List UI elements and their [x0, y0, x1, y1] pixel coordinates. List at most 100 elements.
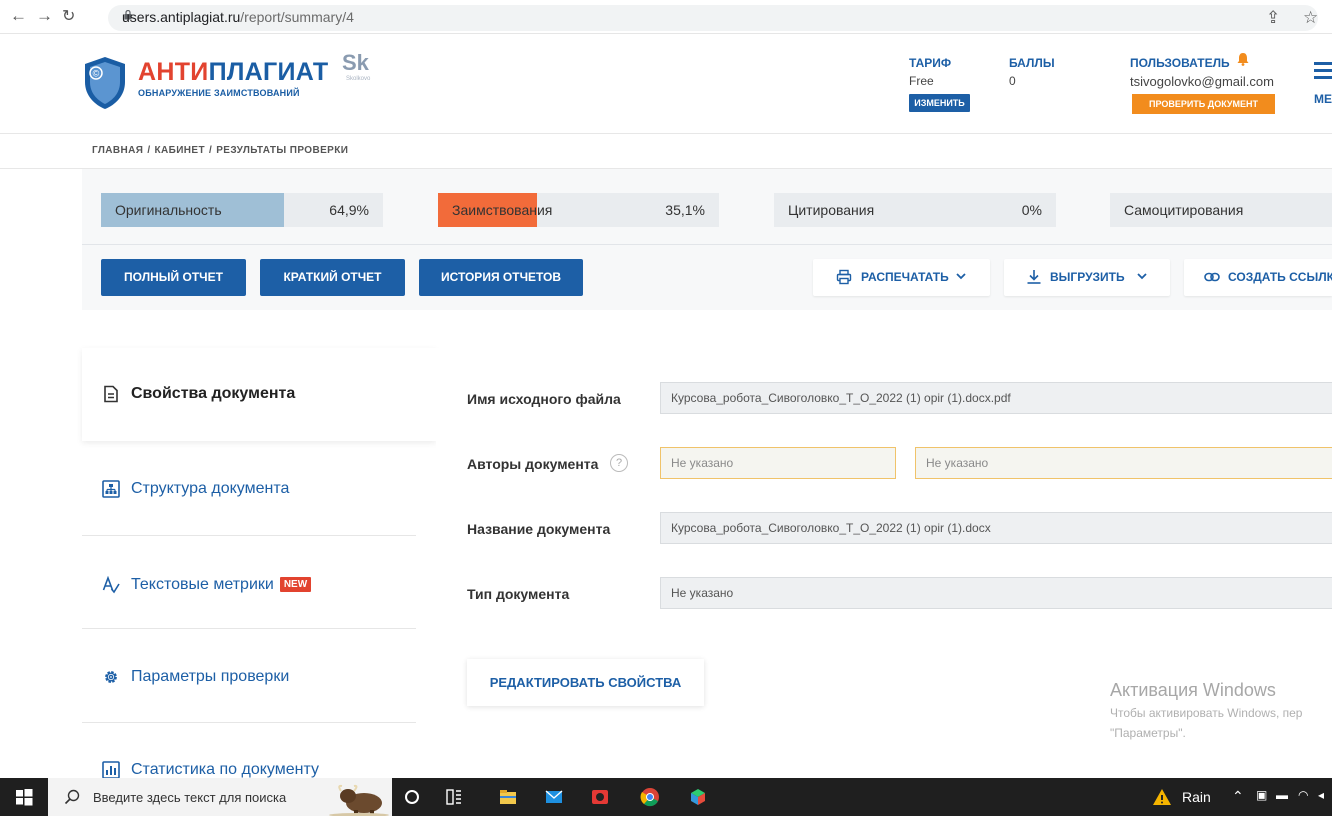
windows-activation-title: Активация Windows — [1110, 680, 1276, 700]
hamburger-menu-icon[interactable] — [1314, 62, 1332, 83]
chevron-down-icon — [956, 273, 966, 280]
task-view-icon[interactable] — [444, 787, 464, 807]
document-title-label: Название документа — [467, 521, 611, 537]
back-arrow-icon[interactable]: ← — [10, 6, 27, 26]
store-app-icon[interactable] — [688, 787, 708, 807]
edit-properties-button[interactable]: РЕДАКТИРОВАТЬ СВОЙСТВА — [467, 659, 704, 706]
author-second-field[interactable]: Не указано — [915, 447, 1332, 479]
printer-icon — [836, 269, 852, 285]
taskbar-search-box[interactable]: Введите здесь текст для поиска — [48, 778, 392, 816]
wifi-icon[interactable]: ◠ — [1298, 788, 1308, 802]
weather-warning-icon[interactable] — [1152, 787, 1172, 807]
metric-self-citations: Самоцитирования — [1110, 193, 1332, 227]
metric-originality-value: 64,9% — [329, 202, 369, 218]
bell-icon[interactable] — [1237, 52, 1249, 66]
logo-title: АНТИПЛАГИАТ — [138, 58, 328, 87]
reload-icon[interactable]: ↻ — [62, 6, 75, 26]
mail-icon[interactable] — [544, 787, 564, 807]
user-email: tsivogolovko@gmail.com — [1130, 74, 1274, 89]
battery-icon[interactable]: ▬ — [1276, 788, 1288, 802]
chrome-icon[interactable] — [640, 787, 660, 807]
file-name-label: Имя исходного файла — [467, 391, 621, 407]
menu-label[interactable]: МЕ — [1314, 92, 1332, 106]
weather-label[interactable]: Rain — [1182, 789, 1211, 805]
windows-taskbar: Введите здесь текст для поиска Rain ⌃ ▣ … — [0, 778, 1332, 816]
site-header: © АНТИПЛАГИАТ ОБНАРУЖЕНИЕ ЗАИМСТВОВАНИЙ … — [0, 34, 1332, 134]
camera-app-icon[interactable] — [590, 787, 610, 807]
bookmark-star-icon[interactable]: ☆ — [1303, 8, 1318, 28]
metric-citations: Цитирования 0% — [774, 193, 1056, 227]
svg-text:©: © — [93, 69, 100, 79]
document-type-field[interactable]: Не указано — [660, 577, 1332, 609]
authors-label: Авторы документа — [467, 456, 599, 472]
yak-illustration-icon — [329, 784, 389, 816]
logo-subtitle: ОБНАРУЖЕНИЕ ЗАИМСТВОВАНИЙ — [138, 88, 300, 98]
report-history-button[interactable]: ИСТОРИЯ ОТЧЕТОВ — [419, 259, 583, 296]
antiplagiat-shield-logo[interactable]: © — [84, 56, 126, 110]
sidebar-item-text-metrics-label: Текстовые метрики NEW — [131, 576, 312, 594]
change-tariff-button[interactable]: ИЗМЕНИТЬ — [909, 94, 970, 112]
document-title-field[interactable]: Курсова_робота_Сивоголовко_Т_О_2022 (1) … — [660, 512, 1332, 544]
metric-citations-name: Цитирования — [788, 202, 875, 218]
search-icon — [64, 789, 80, 805]
breadcrumb-home[interactable]: ГЛАВНАЯ — [92, 145, 143, 156]
skolkovo-logo: Sk — [342, 50, 369, 75]
tariff-value: Free — [909, 74, 934, 88]
brief-report-button[interactable]: КРАТКИЙ ОТЧЕТ — [260, 259, 405, 296]
print-button-label: РАСПЕЧАТАТЬ — [861, 270, 949, 284]
share-icon[interactable]: ⇪ — [1266, 8, 1280, 28]
metric-self-citations-name: Самоцитирования — [1124, 202, 1244, 218]
text-metrics-icon — [102, 576, 120, 594]
sidebar-item-label: Статистика по документу — [131, 761, 319, 778]
tray-meet-icon[interactable]: ▣ — [1256, 788, 1267, 802]
windows-activation-line1: Чтобы активировать Windows, пер — [1110, 706, 1303, 720]
points-value: 0 — [1009, 74, 1016, 88]
new-badge: NEW — [279, 577, 312, 592]
breadcrumb-results: РЕЗУЛЬТАТЫ ПРОВЕРКИ — [216, 145, 349, 156]
file-name-field[interactable]: Курсова_робота_Сивоголовко_Т_О_2022 (1) … — [660, 382, 1332, 414]
sidebar-divider — [82, 722, 416, 723]
metric-borrowings: Заимствования 35,1% — [438, 193, 719, 227]
document-type-label: Тип документа — [467, 586, 570, 602]
author-first-field[interactable]: Не указано — [660, 447, 896, 479]
cortana-icon[interactable] — [402, 787, 422, 807]
breadcrumb-separator: / — [147, 145, 151, 156]
points-label: БАЛЛЫ — [1009, 56, 1055, 70]
speaker-icon[interactable]: ◂ — [1318, 788, 1324, 802]
metric-originality: Оригинальность 64,9% — [101, 193, 383, 227]
export-button-label: ВЫГРУЗИТЬ — [1050, 270, 1125, 284]
check-document-button[interactable]: ПРОВЕРИТЬ ДОКУМЕНТ — [1132, 94, 1275, 114]
breadcrumb: ГЛАВНАЯ / КАБИНЕТ / РЕЗУЛЬТАТЫ ПРОВЕРКИ — [92, 145, 348, 156]
windows-activation-line2: "Параметры". — [1110, 726, 1186, 740]
breadcrumb-cabinet[interactable]: КАБИНЕТ — [155, 145, 206, 156]
metrics-divider — [82, 244, 1332, 245]
tariff-label: ТАРИФ — [909, 56, 952, 70]
gear-icon — [105, 671, 117, 683]
breadcrumb-separator: / — [209, 145, 213, 156]
full-report-button[interactable]: ПОЛНЫЙ ОТЧЕТ — [101, 259, 246, 296]
skolkovo-subtitle: Skolkovo — [346, 76, 371, 82]
url-text: users.antiplagiat.ru/report/summary/4 — [122, 9, 354, 25]
create-link-button-label: СОЗДАТЬ ССЫЛК — [1228, 270, 1332, 284]
forward-arrow-icon[interactable]: → — [36, 6, 53, 26]
print-button[interactable]: РАСПЕЧАТАТЬ — [813, 259, 990, 296]
file-explorer-icon[interactable] — [498, 787, 518, 807]
metric-borrowings-value: 35,1% — [665, 202, 705, 218]
sidebar-divider — [82, 535, 416, 536]
windows-start-icon[interactable] — [14, 787, 34, 807]
tray-chevron-up-icon[interactable]: ⌃ — [1232, 788, 1244, 805]
logo-title-blue: ПЛАГИАТ — [208, 58, 329, 86]
url-path: /report/summary/4 — [240, 9, 354, 25]
metric-borrowings-name: Заимствования — [452, 202, 553, 218]
url-host: users.antiplagiat.ru — [122, 9, 241, 25]
help-icon[interactable]: ? — [610, 454, 628, 472]
bar-chart-icon — [102, 761, 120, 779]
sidebar-item-label: Свойства документа — [131, 385, 296, 402]
chevron-down-icon — [1137, 273, 1147, 280]
sidebar-item-label: Параметры проверки — [131, 668, 290, 685]
taskbar-search-placeholder: Введите здесь текст для поиска — [93, 790, 287, 805]
export-button[interactable]: ВЫГРУЗИТЬ — [1004, 259, 1170, 296]
create-link-button[interactable]: СОЗДАТЬ ССЫЛК — [1184, 259, 1332, 296]
document-icon — [104, 385, 118, 403]
user-label: ПОЛЬЗОВАТЕЛЬ — [1130, 56, 1230, 70]
